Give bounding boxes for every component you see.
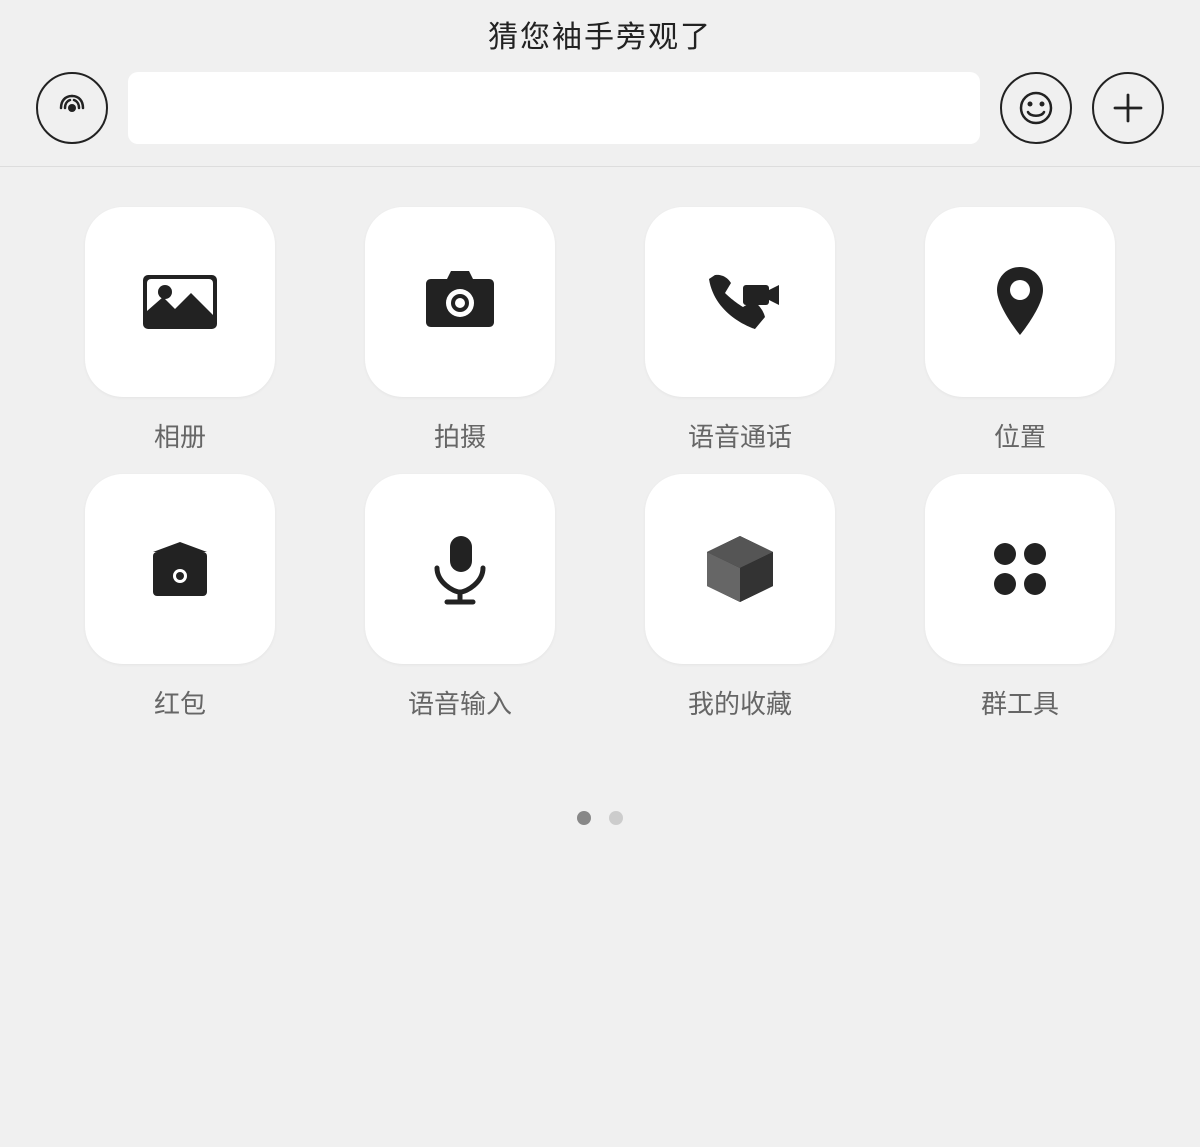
voicecall-item[interactable]: 语音通话 xyxy=(620,207,860,454)
add-icon xyxy=(1110,90,1146,126)
redpacket-icon-box xyxy=(85,474,275,664)
location-icon-box xyxy=(925,207,1115,397)
favorites-icon xyxy=(695,524,785,614)
top-bar: 猜您袖手旁观了 xyxy=(0,0,1200,50)
album-label: 相册 xyxy=(154,417,206,454)
location-icon xyxy=(975,257,1065,347)
pagination-dots xyxy=(0,811,1200,825)
icon-grid-row1: 相册 拍摄 xyxy=(60,207,1140,454)
voiceinput-label: 语音输入 xyxy=(408,684,512,721)
emoji-button[interactable] xyxy=(1000,72,1072,144)
message-input[interactable] xyxy=(128,72,980,144)
redpacket-icon xyxy=(135,524,225,614)
grouptools-icon xyxy=(975,524,1065,614)
redpacket-item[interactable]: 红包 xyxy=(60,474,300,721)
main-content: 相册 拍摄 xyxy=(0,167,1200,761)
grouptools-icon-box xyxy=(925,474,1115,664)
grouptools-label: 群工具 xyxy=(981,684,1059,721)
voicecall-icon xyxy=(695,257,785,347)
redpacket-label: 红包 xyxy=(154,684,206,721)
album-icon-box xyxy=(85,207,275,397)
album-item[interactable]: 相册 xyxy=(60,207,300,454)
favorites-label: 我的收藏 xyxy=(688,684,792,721)
voicecall-icon-box xyxy=(645,207,835,397)
voicecall-label: 语音通话 xyxy=(688,417,792,454)
camera-item[interactable]: 拍摄 xyxy=(340,207,580,454)
voice-button[interactable] xyxy=(36,72,108,144)
favorites-item[interactable]: 我的收藏 xyxy=(620,474,860,721)
icon-grid-row2: 红包 语音输入 xyxy=(60,474,1140,721)
input-bar xyxy=(0,50,1200,167)
favorites-icon-box xyxy=(645,474,835,664)
voice-icon xyxy=(54,90,90,126)
voiceinput-icon xyxy=(415,524,505,614)
location-item[interactable]: 位置 xyxy=(900,207,1140,454)
dot-1[interactable] xyxy=(577,811,591,825)
camera-label: 拍摄 xyxy=(434,417,486,454)
emoji-icon xyxy=(1018,90,1054,126)
camera-icon xyxy=(415,257,505,347)
voiceinput-icon-box xyxy=(365,474,555,664)
dot-2[interactable] xyxy=(609,811,623,825)
location-label: 位置 xyxy=(994,417,1046,454)
album-icon xyxy=(135,257,225,347)
top-title: 猜您袖手旁观了 xyxy=(488,12,712,56)
grouptools-item[interactable]: 群工具 xyxy=(900,474,1140,721)
voiceinput-item[interactable]: 语音输入 xyxy=(340,474,580,721)
add-button[interactable] xyxy=(1092,72,1164,144)
camera-icon-box xyxy=(365,207,555,397)
